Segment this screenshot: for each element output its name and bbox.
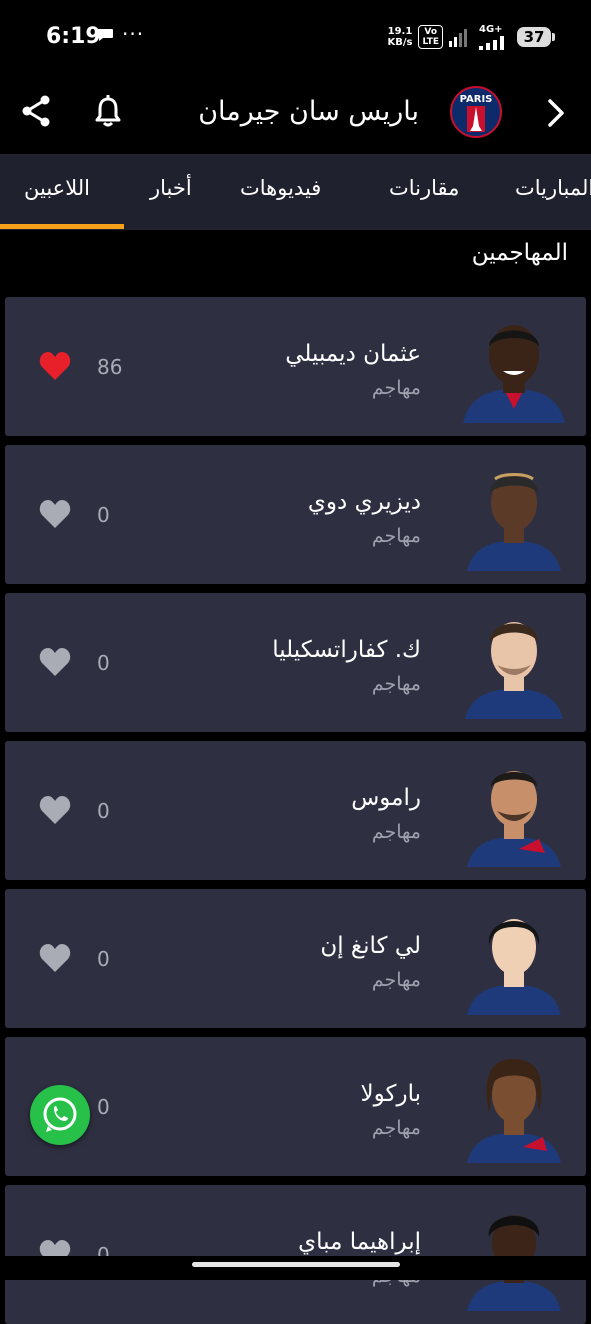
player-avatar: [467, 1059, 561, 1163]
player-avatar: [467, 473, 561, 571]
app-header: باريس سان جيرمان PARIS: [0, 76, 591, 154]
player-card[interactable]: باركولا مهاجم 0: [5, 1037, 586, 1176]
club-logo: PARIS: [450, 86, 502, 138]
net-speed: 19.1 KB/s: [387, 26, 412, 48]
page-title: باريس سان جيرمان: [198, 96, 419, 127]
heart-icon[interactable]: [39, 795, 71, 825]
signal-icon: [449, 29, 467, 47]
bell-icon[interactable]: [94, 94, 122, 128]
heart-icon[interactable]: [39, 351, 71, 381]
net-speed-unit: KB/s: [387, 37, 413, 48]
heart-icon[interactable]: [39, 499, 71, 529]
like-count: 0: [97, 651, 110, 675]
chat-bubble-icon: [97, 29, 113, 41]
player-name: إبراهيما مباي: [298, 1229, 421, 1255]
share-icon[interactable]: [20, 94, 52, 128]
tab-bar: المباريات مقارنات فيديوهات أخبار اللاعبي…: [0, 154, 591, 230]
active-tab-indicator: [0, 224, 124, 229]
section-title: المهاجمين: [471, 240, 568, 266]
tab-videos[interactable]: فيديوهات: [240, 176, 321, 200]
home-indicator[interactable]: [192, 1262, 400, 1267]
player-avatar: [467, 771, 561, 867]
heart-icon[interactable]: [39, 647, 71, 677]
status-bar: 6:19 ··· 19.1 KB/s Vo LTE 4G+ 37: [0, 0, 591, 76]
player-name: عثمان ديمبيلي: [285, 341, 421, 367]
player-name: ديزيري دوي: [307, 489, 421, 515]
player-position: مهاجم: [371, 525, 421, 547]
player-avatar: [463, 325, 565, 423]
player-card[interactable]: عثمان ديمبيلي مهاجم 86: [5, 297, 586, 436]
player-name: ك. كفاراتسكيليا: [272, 637, 421, 663]
bottom-nav-area: [0, 1256, 591, 1280]
player-card[interactable]: إبراهيما مباي مهاجم 0: [5, 1185, 586, 1324]
status-more-dots: ···: [122, 22, 145, 46]
club-logo-text: PARIS: [459, 94, 493, 105]
heart-icon[interactable]: [39, 943, 71, 973]
player-card[interactable]: ك. كفاراتسكيليا مهاجم 0: [5, 593, 586, 732]
tab-comparisons[interactable]: مقارنات: [389, 176, 459, 200]
player-avatar: [465, 622, 563, 719]
volte-badge: Vo LTE: [418, 25, 443, 49]
tab-players[interactable]: اللاعبين: [24, 176, 90, 200]
whatsapp-button[interactable]: [30, 1085, 90, 1145]
status-right-group: 19.1 KB/s Vo LTE 4G+ 37: [387, 22, 555, 52]
network-type: 4G+: [479, 24, 511, 50]
like-count: 0: [97, 799, 110, 823]
like-count: 0: [97, 947, 110, 971]
player-position: مهاجم: [371, 969, 421, 991]
chevron-right-icon[interactable]: [542, 96, 570, 130]
net-speed-value: 19.1: [387, 26, 413, 37]
tab-matches[interactable]: المباريات: [515, 176, 591, 200]
player-name: باركولا: [360, 1081, 421, 1107]
like-count: 86: [97, 355, 123, 379]
player-name: لي كانغ إن: [320, 933, 421, 959]
tab-news[interactable]: أخبار: [150, 176, 192, 200]
signal-bars-icon: [479, 36, 504, 50]
player-card[interactable]: راموس مهاجم 0: [5, 741, 586, 880]
player-avatar: [467, 919, 561, 1015]
network-label: 4G+: [479, 24, 503, 35]
player-name: راموس: [351, 785, 421, 811]
player-position: مهاجم: [371, 673, 421, 695]
player-position: مهاجم: [371, 821, 421, 843]
like-count: 0: [97, 1095, 110, 1119]
eiffel-tower-icon: [467, 106, 485, 132]
battery-indicator: 37: [517, 27, 555, 47]
volte-bottom: LTE: [422, 37, 439, 47]
volte-top: Vo: [424, 27, 438, 37]
player-position: مهاجم: [371, 1117, 421, 1139]
player-card[interactable]: ديزيري دوي مهاجم 0: [5, 445, 586, 584]
status-time: 6:19: [46, 24, 101, 49]
player-position: مهاجم: [371, 377, 421, 399]
player-card[interactable]: لي كانغ إن مهاجم 0: [5, 889, 586, 1028]
whatsapp-icon: [43, 1097, 77, 1132]
like-count: 0: [97, 503, 110, 527]
